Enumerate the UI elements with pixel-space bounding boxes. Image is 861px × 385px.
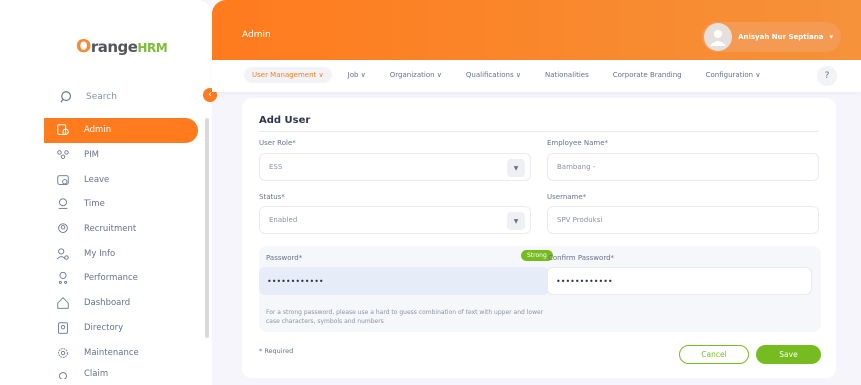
divider	[259, 131, 819, 132]
sidebar-item-my-info[interactable]: My Info	[44, 241, 198, 266]
employee-name-value: Bambang -	[557, 163, 596, 171]
employee-name-label: Employee Name*	[547, 139, 609, 147]
sidebar-item-leave[interactable]: Leave	[44, 167, 198, 192]
maintenance-icon	[58, 347, 68, 358]
tab-organization[interactable]: Organization ∨	[382, 67, 450, 83]
directory-icon	[58, 322, 68, 334]
logo-name: range	[90, 38, 138, 56]
password-hint: For a strong password, please use a hard…	[266, 309, 544, 325]
tab-corporate-branding[interactable]: Corporate Branding	[605, 67, 690, 83]
tab-nationalities[interactable]: Nationalities	[537, 67, 597, 83]
cancel-button[interactable]: Cancel	[679, 345, 749, 364]
sidebar-item-admin[interactable]: Admin	[44, 118, 198, 143]
tab-qualifications[interactable]: Qualifications ∨	[458, 67, 529, 83]
page-title: Admin	[242, 30, 271, 40]
required-note: * Required	[259, 347, 294, 355]
chevron-down-icon: ▾	[829, 33, 833, 41]
tab-job[interactable]: Job ∨	[340, 67, 374, 83]
sidebar-item-performance[interactable]: Performance	[44, 266, 198, 291]
status-select[interactable]: Enabled ▼	[259, 206, 531, 234]
status-label: Status*	[259, 193, 285, 201]
sidebar: OrangeHRM Search Admin PIM Leave Time Re…	[0, 0, 212, 385]
my-info-icon	[56, 248, 69, 260]
add-user-card: Add User User Role* ESS ▼ Employee Name*…	[242, 98, 836, 378]
sidebar-item-label: Admin	[84, 125, 112, 136]
employee-name-input[interactable]: Bambang -	[547, 153, 819, 181]
save-button[interactable]: Save	[756, 345, 821, 364]
sidebar-scrollbar[interactable]	[205, 118, 209, 338]
sidebar-item-label: My Info	[84, 248, 116, 259]
user-avatar-icon	[710, 30, 727, 46]
sidebar-item-dashboard[interactable]: Dashboard	[44, 291, 198, 316]
recruitment-icon	[58, 223, 68, 234]
sidebar-item-label: Recruitment	[84, 224, 137, 235]
chevron-down-icon: ▼	[507, 212, 525, 230]
sidebar-item-label: Maintenance	[84, 347, 139, 358]
password-value: ••••••••••••	[267, 276, 324, 286]
top-menu-bar: User Management ∨ Job ∨ Organization ∨ Q…	[212, 60, 861, 92]
sidebar-item-label: Time	[84, 199, 105, 210]
sidebar-item-label: Claim	[84, 368, 109, 379]
user-role-label: User Role*	[259, 139, 296, 147]
sidebar-item-claim[interactable]: Claim	[44, 365, 198, 379]
sidebar-item-label: Performance	[84, 273, 138, 284]
tab-configuration[interactable]: Configuration ∨	[698, 67, 769, 83]
sidebar-item-time[interactable]: Time	[44, 192, 198, 217]
username-value: SPV Produksi	[557, 216, 603, 224]
password-input[interactable]: ••••••••••••	[259, 267, 549, 295]
password-label: Password*	[266, 254, 303, 262]
confirm-password-input[interactable]: ••••••••••••	[547, 267, 812, 295]
sidebar-item-label: PIM	[84, 150, 99, 161]
username-label: Username*	[547, 193, 587, 201]
leave-icon	[57, 174, 69, 185]
sidebar-item-maintenance[interactable]: Maintenance	[44, 340, 198, 365]
sidebar-item-label: Directory	[84, 322, 124, 333]
dashboard-icon	[57, 297, 69, 309]
user-role-value: ESS	[269, 163, 283, 171]
top-header: Admin Anisyah Nur Septiana ▾	[212, 0, 861, 60]
sidebar-item-label: Leave	[84, 174, 110, 185]
sidebar-item-recruitment[interactable]: Recruitment	[44, 217, 198, 242]
status-value: Enabled	[269, 216, 298, 224]
sidebar-search[interactable]: Search	[60, 90, 117, 104]
confirm-password-value: ••••••••••••	[556, 276, 613, 286]
confirm-password-label: Confirm Password*	[548, 254, 615, 262]
avatar	[704, 23, 733, 51]
user-role-select[interactable]: ESS ▼	[259, 153, 531, 181]
username-input[interactable]: SPV Produksi	[547, 206, 819, 234]
form-title: Add User	[259, 115, 311, 126]
user-dropdown[interactable]: Anisyah Nur Septiana ▾	[702, 22, 841, 52]
time-icon	[58, 198, 68, 210]
password-section: Password* Strong •••••••••••• Confirm Pa…	[259, 246, 821, 332]
help-button[interactable]: ?	[817, 66, 837, 86]
claim-icon	[59, 371, 67, 379]
search-label: Search	[86, 92, 117, 102]
sidebar-item-pim[interactable]: PIM	[44, 143, 198, 168]
orangehrm-logo[interactable]: OrangeHRM	[76, 36, 168, 57]
logo-hrm: HRM	[137, 41, 168, 55]
user-name: Anisyah Nur Septiana	[738, 33, 824, 41]
sidebar-nav: Admin PIM Leave Time Recruitment My Info…	[44, 118, 198, 379]
logo-o: O	[76, 36, 91, 57]
admin-icon	[57, 124, 69, 136]
chevron-down-icon: ▼	[507, 159, 525, 177]
sidebar-item-directory[interactable]: Directory	[44, 316, 198, 341]
sidebar-item-label: Dashboard	[84, 298, 131, 309]
performance-icon	[58, 272, 68, 285]
search-icon	[60, 91, 72, 103]
top-menu: User Management ∨ Job ∨ Organization ∨ Q…	[244, 67, 768, 83]
tab-user-management[interactable]: User Management ∨	[244, 67, 332, 83]
pim-icon	[57, 150, 69, 159]
